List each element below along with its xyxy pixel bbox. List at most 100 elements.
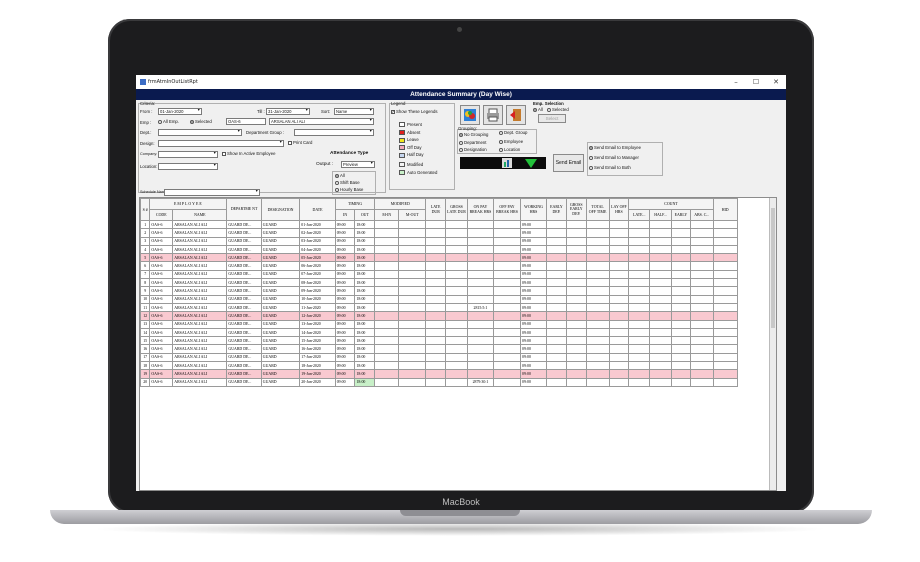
cell-half	[649, 361, 672, 371]
cell-gross-early	[565, 361, 587, 371]
table-row[interactable]: 7 OAS-6 ARSALAN ALI ALI GUARD DE... GUARD 07-…	[140, 269, 768, 280]
grp-emp-radio[interactable]: Employee	[499, 139, 523, 144]
emp-name-select[interactable]: ARSALAN ALI ALI	[269, 118, 374, 125]
dept-group-select[interactable]	[294, 129, 374, 136]
cell-total-off	[585, 253, 610, 263]
emp-code-field[interactable]: OAS-6	[226, 118, 266, 125]
exit-button[interactable]	[506, 105, 526, 125]
grp-location-radio[interactable]: Location	[499, 147, 520, 152]
from-label: From :	[140, 109, 153, 114]
show-inactive-checkbox[interactable]: Show In Active Employee	[222, 151, 276, 156]
cell-abs	[689, 228, 714, 238]
att-all-radio[interactable]: All	[335, 173, 345, 178]
company-select[interactable]	[158, 151, 218, 158]
cell-sno: 18	[140, 361, 151, 371]
attendance-grid[interactable]: S # EMPLOYEE DEPARTME NT DESIGNATION DAT…	[139, 197, 777, 491]
table-row[interactable]: 19 OAS-6 ARSALAN ALI ALI GUARD DE... GUARD 19…	[140, 369, 768, 379]
cell-half	[649, 236, 672, 246]
select-button[interactable]: Select	[538, 114, 566, 123]
table-row[interactable]: 1 OAS-6 ARSALAN ALI ALI GUARD DE... GUARD 01-…	[140, 219, 768, 230]
cell-designation: GUARD	[260, 219, 301, 230]
cell-lay-off	[608, 269, 630, 280]
cell-designation: GUARD	[260, 319, 301, 329]
table-row[interactable]: 14 OAS-6 ARSALAN ALI ALI GUARD DE... GUARD 14…	[140, 327, 768, 338]
dept-select[interactable]	[158, 129, 242, 136]
table-row[interactable]: 2 OAS-6 ARSALAN ALI ALI GUARD DE... GUARD 02-…	[140, 228, 768, 238]
print-button[interactable]	[483, 105, 503, 125]
grp-dept-radio[interactable]: Department	[459, 140, 486, 145]
cell-hid	[712, 319, 738, 329]
cell-name: ARSALAN ALI ALI	[172, 294, 228, 304]
cell-m-in	[374, 361, 400, 371]
cell-m-in	[374, 219, 400, 230]
grp-desig-radio[interactable]: Designation	[459, 147, 487, 152]
cell-gross-early	[565, 336, 587, 346]
show-legends-checkbox[interactable]: Show These Legends	[391, 109, 438, 115]
table-row[interactable]: 16 OAS-6 ARSALAN ALI ALI GUARD DE... GUARD 16…	[140, 344, 768, 354]
vertical-scrollbar[interactable]	[769, 198, 776, 490]
att-hourly-radio[interactable]: Hourly Base	[335, 187, 363, 192]
table-row[interactable]: 3 OAS-6 ARSALAN ALI ALI GUARD DE... GUARD 03-…	[140, 236, 768, 246]
cell-late-dur	[425, 344, 447, 354]
cell-code: OAS-6	[149, 302, 174, 313]
cell-in: 09:00	[334, 377, 356, 387]
cell-early-dep	[546, 253, 567, 263]
att-shift-radio[interactable]: Shift Base	[335, 180, 360, 185]
table-row[interactable]: 4 OAS-6 ARSALAN ALI ALI GUARD DE... GUARD 04-…	[140, 244, 768, 255]
close-button[interactable]: ✕	[766, 78, 786, 86]
email-manager-radio[interactable]: Send Email to Manager	[589, 155, 639, 160]
table-row[interactable]: 12 OAS-6 ARSALAN ALI ALI GUARD DE... GUARD 12…	[140, 311, 768, 321]
from-date-field[interactable]: 01-Jan-2020	[158, 108, 202, 115]
design-select[interactable]	[158, 140, 284, 147]
table-row[interactable]: 11 OAS-6 ARSALAN ALI ALI GUARD DE... GUARD 11…	[140, 302, 768, 313]
table-row[interactable]: 20 OAS-6 ARSALAN ALI ALI GUARD DE... GUARD 20…	[140, 377, 768, 387]
table-row[interactable]: 8 OAS-6 ARSALAN ALI ALI GUARD DE... GUARD 08-…	[140, 278, 768, 288]
table-row[interactable]: 17 OAS-6 ARSALAN ALI ALI GUARD DE... GUARD 17…	[140, 352, 768, 363]
cell-gross-early	[565, 369, 587, 379]
emp-sel-selected-radio[interactable]: Selected	[547, 107, 569, 112]
selected-radio[interactable]: Selected	[190, 119, 212, 124]
table-row[interactable]: 15 OAS-6 ARSALAN ALI ALI GUARD DE... GUARD 15…	[140, 336, 768, 346]
grp-none-radio[interactable]: No Grouping	[459, 132, 488, 137]
scroll-thumb[interactable]	[771, 208, 775, 328]
sort-select[interactable]: Name	[334, 108, 374, 115]
table-row[interactable]: 18 OAS-6 ARSALAN ALI ALI GUARD DE... GUARD 18…	[140, 361, 768, 371]
schedule-select[interactable]	[164, 189, 260, 196]
send-email-button[interactable]: Send Email	[553, 154, 584, 172]
table-row[interactable]: 6 OAS-6 ARSALAN ALI ALI GUARD DE... GUARD 06-…	[140, 261, 768, 271]
grp-deptgroup-radio[interactable]: Dept. Group	[499, 130, 527, 135]
cell-gross-late	[445, 327, 468, 338]
cell-total-off	[585, 352, 610, 363]
table-row[interactable]: 9 OAS-6 ARSALAN ALI ALI GUARD DE... GUARD 09-…	[140, 286, 768, 296]
all-emp-radio[interactable]: All Emp.	[158, 119, 179, 124]
email-employee-radio[interactable]: Send Email to Employee	[589, 145, 641, 150]
cell-total-off	[585, 236, 610, 246]
cell-lay-off	[608, 344, 630, 354]
email-both-radio[interactable]: Send Email to Both	[589, 165, 631, 170]
minimize-button[interactable]: –	[726, 78, 746, 86]
emp-sel-all-radio[interactable]: All	[533, 107, 543, 112]
cell-working: 09:00	[520, 361, 548, 371]
cell-gross-late	[445, 352, 468, 363]
cell-date: 20-Jan-2020	[299, 377, 336, 387]
cell-total-off	[585, 228, 610, 238]
cell-department: GUARD DE...	[226, 311, 262, 321]
cell-on-pay-break	[466, 278, 494, 288]
cell-date: 06-Jan-2020	[299, 261, 336, 271]
report-button[interactable]	[460, 105, 480, 125]
location-select[interactable]	[158, 163, 218, 170]
print-card-checkbox[interactable]: Print Card	[288, 140, 312, 145]
cell-early	[671, 253, 691, 263]
cell-early-dep	[546, 244, 567, 255]
cell-out: 18:00	[354, 236, 376, 246]
output-select[interactable]: Preview	[341, 161, 375, 168]
table-row[interactable]: 10 OAS-6 ARSALAN ALI ALI GUARD DE... GUARD 10…	[140, 294, 768, 304]
maximize-button[interactable]: ☐	[746, 78, 766, 86]
table-row[interactable]: 13 OAS-6 ARSALAN ALI ALI GUARD DE... GUARD 13…	[140, 319, 768, 329]
legend-item-offday: Off Day	[399, 144, 437, 152]
cell-gross-late	[445, 302, 468, 313]
cell-department: GUARD DE...	[226, 244, 262, 255]
att-all-label: All	[340, 173, 345, 178]
till-date-field[interactable]: 31-Jan-2020	[266, 108, 310, 115]
table-row[interactable]: 5 OAS-6 ARSALAN ALI ALI GUARD DE... GUARD 05-…	[140, 253, 768, 263]
